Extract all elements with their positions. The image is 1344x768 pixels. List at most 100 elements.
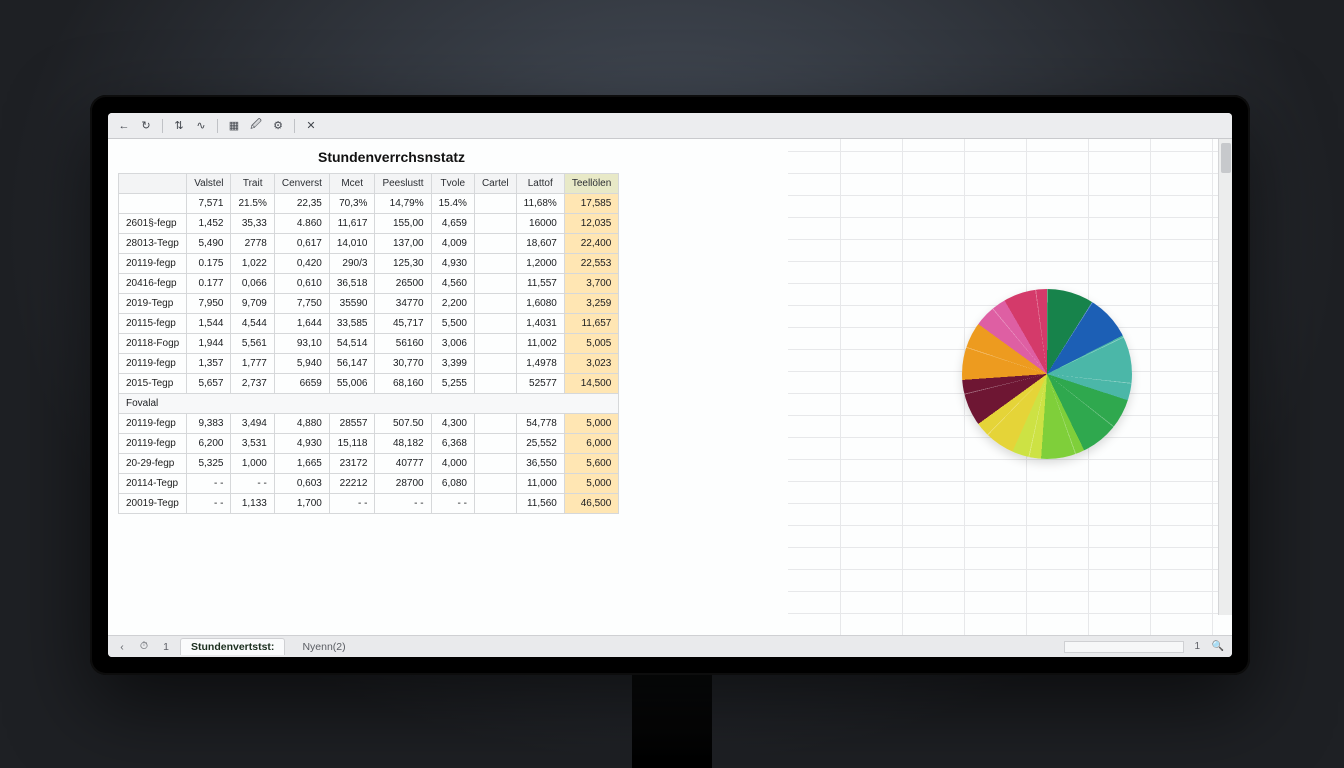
table-row[interactable]: 2019-Tegp7,9509,7097,75035590347702,2001… bbox=[119, 294, 619, 314]
cell[interactable]: - - bbox=[187, 474, 231, 494]
grid-area[interactable] bbox=[788, 139, 1232, 635]
col-header[interactable]: Trait bbox=[231, 174, 274, 194]
col-header[interactable]: Cenverst bbox=[274, 174, 329, 194]
cell[interactable]: 14,79% bbox=[375, 194, 431, 214]
col-header[interactable]: Mcet bbox=[329, 174, 375, 194]
cell[interactable]: 0.177 bbox=[187, 274, 231, 294]
cell[interactable]: 23172 bbox=[329, 454, 375, 474]
cell[interactable]: 11,000 bbox=[516, 474, 564, 494]
cell[interactable]: 4.860 bbox=[274, 214, 329, 234]
cell[interactable]: 3,399 bbox=[431, 354, 474, 374]
col-header[interactable]: Cartel bbox=[474, 174, 516, 194]
cell[interactable] bbox=[474, 294, 516, 314]
cell[interactable]: 4,009 bbox=[431, 234, 474, 254]
cell[interactable]: 33,585 bbox=[329, 314, 375, 334]
cell[interactable]: 1,000 bbox=[231, 454, 274, 474]
cell[interactable] bbox=[474, 214, 516, 234]
cell[interactable]: 6,000 bbox=[564, 434, 618, 454]
cell[interactable]: 12,035 bbox=[564, 214, 618, 234]
cell[interactable]: 56160 bbox=[375, 334, 431, 354]
cell[interactable]: 5,005 bbox=[564, 334, 618, 354]
cell[interactable]: 46,500 bbox=[564, 494, 618, 514]
cell[interactable]: 4,300 bbox=[431, 414, 474, 434]
cell[interactable]: 5,561 bbox=[231, 334, 274, 354]
cell[interactable]: 3,531 bbox=[231, 434, 274, 454]
cell[interactable]: 1,944 bbox=[187, 334, 231, 354]
cell[interactable]: 1,2000 bbox=[516, 254, 564, 274]
cell[interactable]: 0,617 bbox=[274, 234, 329, 254]
table-row[interactable]: 20115-fegp1,5444,5441,64433,58545,7175,5… bbox=[119, 314, 619, 334]
cell[interactable]: 4,544 bbox=[231, 314, 274, 334]
cell[interactable]: 507.50 bbox=[375, 414, 431, 434]
cell[interactable]: 2,737 bbox=[231, 374, 274, 394]
cell[interactable] bbox=[474, 434, 516, 454]
sort-icon[interactable]: ⇅ bbox=[169, 117, 189, 135]
cell[interactable]: 125,30 bbox=[375, 254, 431, 274]
cell[interactable]: 40777 bbox=[375, 454, 431, 474]
cell[interactable]: 1,700 bbox=[274, 494, 329, 514]
cell[interactable]: 11,617 bbox=[329, 214, 375, 234]
cell[interactable] bbox=[474, 274, 516, 294]
cell[interactable] bbox=[474, 254, 516, 274]
cell[interactable]: 15.4% bbox=[431, 194, 474, 214]
cell[interactable]: 35,33 bbox=[231, 214, 274, 234]
cell[interactable]: 2778 bbox=[231, 234, 274, 254]
col-header[interactable]: Peeslustt bbox=[375, 174, 431, 194]
table-row[interactable]: 20119-fegp9,3833,4944,88028557507.504,30… bbox=[119, 414, 619, 434]
cell[interactable]: 28557 bbox=[329, 414, 375, 434]
cell[interactable]: 52577 bbox=[516, 374, 564, 394]
link-icon[interactable]: 🖉 bbox=[246, 117, 266, 135]
cell[interactable]: 0,420 bbox=[274, 254, 329, 274]
cell[interactable]: 28700 bbox=[375, 474, 431, 494]
cell[interactable]: 0,610 bbox=[274, 274, 329, 294]
cell[interactable]: 5,940 bbox=[274, 354, 329, 374]
cell[interactable] bbox=[474, 234, 516, 254]
col-header[interactable]: Valstel bbox=[187, 174, 231, 194]
cell[interactable]: 1,665 bbox=[274, 454, 329, 474]
cell[interactable]: 5,325 bbox=[187, 454, 231, 474]
cell[interactable]: 11,002 bbox=[516, 334, 564, 354]
cell[interactable]: 3,023 bbox=[564, 354, 618, 374]
table-row[interactable]: 28013-Tegp5,49027780,61714,010137,004,00… bbox=[119, 234, 619, 254]
cell[interactable]: 4,000 bbox=[431, 454, 474, 474]
gear-icon[interactable]: ⚙ bbox=[268, 117, 288, 135]
cell[interactable]: 3,006 bbox=[431, 334, 474, 354]
search-icon[interactable]: 🔍 bbox=[1210, 641, 1226, 652]
table-row[interactable]: 2015-Tegp5,6572,737665955,00668,1605,255… bbox=[119, 374, 619, 394]
cell[interactable]: 3,700 bbox=[564, 274, 618, 294]
cell[interactable]: - - bbox=[329, 494, 375, 514]
cell[interactable]: 0,066 bbox=[231, 274, 274, 294]
cell[interactable]: 70,3% bbox=[329, 194, 375, 214]
cell[interactable]: 6,200 bbox=[187, 434, 231, 454]
cell[interactable]: 22212 bbox=[329, 474, 375, 494]
cell[interactable]: 5,600 bbox=[564, 454, 618, 474]
cell[interactable]: 9,383 bbox=[187, 414, 231, 434]
cell[interactable]: 1,022 bbox=[231, 254, 274, 274]
cell[interactable]: 1,4031 bbox=[516, 314, 564, 334]
data-table[interactable]: ValstelTraitCenverstMcetPeeslusttTvoleCa… bbox=[118, 173, 619, 514]
table-row[interactable]: 20416-fegp0.1770,0660,61036,518265004,56… bbox=[119, 274, 619, 294]
cell[interactable]: 21.5% bbox=[231, 194, 274, 214]
cell[interactable] bbox=[474, 194, 516, 214]
cell[interactable]: 14,500 bbox=[564, 374, 618, 394]
cell[interactable]: 48,182 bbox=[375, 434, 431, 454]
cell[interactable]: 6,368 bbox=[431, 434, 474, 454]
cell[interactable]: 5,000 bbox=[564, 414, 618, 434]
grid-icon[interactable]: ▦ bbox=[224, 117, 244, 135]
cell[interactable] bbox=[474, 374, 516, 394]
cell[interactable]: 9,709 bbox=[231, 294, 274, 314]
cell[interactable]: 14,010 bbox=[329, 234, 375, 254]
cell[interactable]: 137,00 bbox=[375, 234, 431, 254]
cell[interactable]: 26500 bbox=[375, 274, 431, 294]
table-row[interactable]: 20119-fegp6,2003,5314,93015,11848,1826,3… bbox=[119, 434, 619, 454]
tab-active[interactable]: Stundenvertstst: bbox=[180, 638, 285, 655]
cell[interactable]: 2,200 bbox=[431, 294, 474, 314]
cell[interactable]: 17,585 bbox=[564, 194, 618, 214]
table-row[interactable]: 20114-Tegp- -- -0,60322212287006,08011,0… bbox=[119, 474, 619, 494]
cell[interactable]: 0,603 bbox=[274, 474, 329, 494]
cell[interactable] bbox=[474, 454, 516, 474]
tab-first-icon[interactable]: ‹ bbox=[114, 641, 130, 653]
cell[interactable]: - - bbox=[375, 494, 431, 514]
table-row[interactable]: 2601§-fegp1,45235,334.86011,617155,004,6… bbox=[119, 214, 619, 234]
cell[interactable]: 18,607 bbox=[516, 234, 564, 254]
